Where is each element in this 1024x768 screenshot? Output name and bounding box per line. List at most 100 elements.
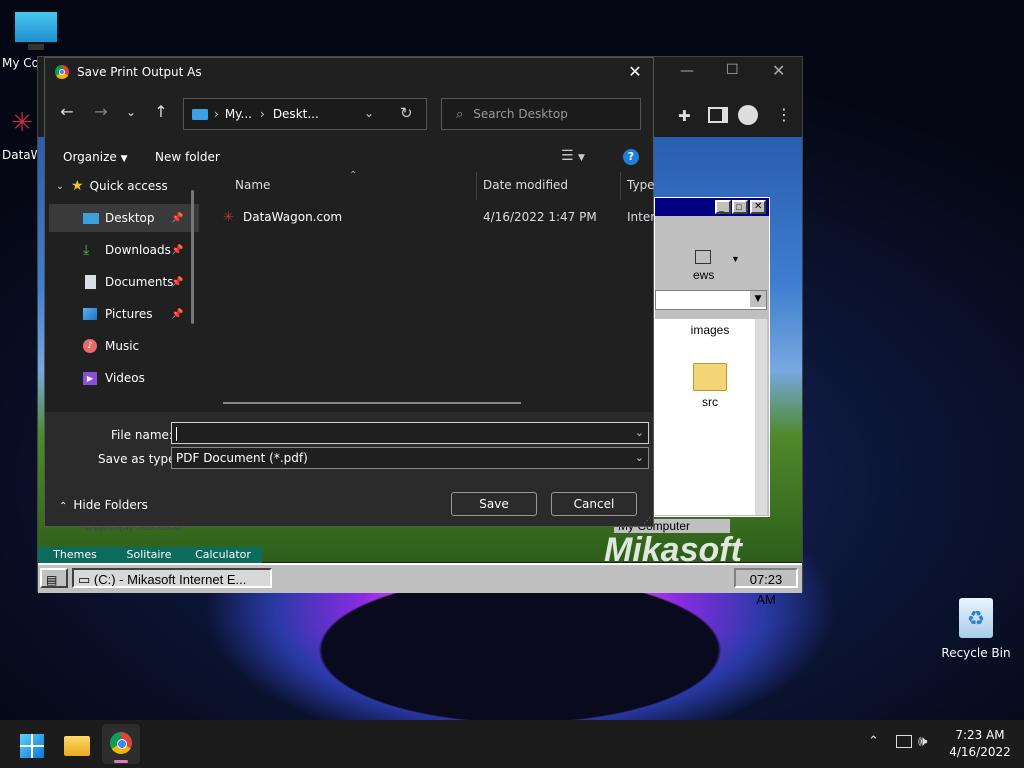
organize-button[interactable]: Organize ▼ <box>63 150 128 164</box>
nav-downloads[interactable]: ⤓ Downloads 📌 <box>49 236 199 264</box>
close-icon[interactable]: ✕ <box>625 62 645 82</box>
back-arrow-icon[interactable]: ← <box>55 100 79 124</box>
star-icon: ★ <box>71 178 84 194</box>
start-button[interactable] <box>16 728 48 760</box>
recycle-bin-icon: ♻ <box>959 598 993 638</box>
folder-images[interactable]: images <box>675 323 745 337</box>
quick-launch-calculator[interactable]: Calculator <box>186 547 260 563</box>
cancel-button[interactable]: Cancel <box>551 492 637 516</box>
sort-arrow-icon: ⌃ <box>349 170 358 181</box>
navigation-pane: ⌄ ★ Quick access Desktop 📌 ⤓ Downloads 📌… <box>45 172 203 412</box>
breadcrumb-my-computer[interactable]: My... <box>225 107 252 121</box>
maximize-icon[interactable]: ☐ <box>726 62 739 78</box>
document-icon <box>85 275 96 289</box>
file-name-input[interactable]: ⌄ <box>171 422 649 444</box>
views-toolbar[interactable]: ews ▼ <box>655 244 755 284</box>
old-start-button[interactable]: ▤ <box>40 568 68 588</box>
folder-icon <box>693 363 727 391</box>
old-minimize-button[interactable]: _ <box>715 200 731 214</box>
column-header-type[interactable]: Type <box>627 178 655 192</box>
folder-label: images <box>690 323 730 337</box>
address-bar[interactable]: › My... › Deskt... ⌄ ↻ <box>183 98 427 130</box>
breadcrumb-separator-icon: › <box>260 107 265 121</box>
save-button[interactable]: Save <box>451 492 537 516</box>
file-type: Intern <box>627 210 655 224</box>
address-dropdown-icon[interactable]: ⌄ <box>364 106 374 120</box>
folder-label: src <box>702 395 718 409</box>
breadcrumb-separator-icon: › <box>214 107 219 121</box>
old-explorer-window[interactable]: _ □ ✕ ews ▼ ▼ images src <box>654 197 770 517</box>
chevron-down-icon[interactable]: ⌄ <box>635 423 644 443</box>
old-maximize-button[interactable]: □ <box>732 200 748 214</box>
nav-scrollbar[interactable] <box>191 190 194 324</box>
nav-label: Pictures <box>105 307 153 321</box>
menu-dots-icon[interactable]: ⋮ <box>776 105 792 124</box>
clock[interactable]: 7:23 AM 4/16/2022 <box>944 727 1016 761</box>
vertical-scrollbar[interactable] <box>755 319 767 515</box>
search-placeholder: Search Desktop <box>473 107 568 121</box>
nav-documents[interactable]: Documents 📌 <box>49 268 199 296</box>
navigation-bar: ← → ⌄ ↑ › My... › Deskt... ⌄ ↻ ⌕ Search … <box>45 94 655 134</box>
nav-pictures[interactable]: Pictures 📌 <box>49 300 199 328</box>
file-row[interactable]: ✳ DataWagon.com 4/16/2022 1:47 PM Intern <box>221 208 655 230</box>
nav-quick-access[interactable]: ⌄ ★ Quick access <box>49 172 199 200</box>
up-arrow-icon[interactable]: ↑ <box>149 100 173 124</box>
pin-icon[interactable]: 📌 <box>171 309 183 320</box>
folder-icon <box>64 736 90 756</box>
show-hidden-icons-icon[interactable]: ⌃ <box>868 734 879 749</box>
chevron-down-icon[interactable]: ⌄ <box>635 448 644 468</box>
search-box[interactable]: ⌕ Search Desktop <box>441 98 641 130</box>
file-list-pane: images src <box>655 319 755 515</box>
volume-icon[interactable]: 🕪 <box>918 732 927 750</box>
extensions-icon[interactable]: ✚ <box>678 107 691 125</box>
view-options-icon[interactable]: ☰ ▼ <box>561 148 585 164</box>
address-dropdown-icon[interactable]: ▼ <box>750 291 766 307</box>
quick-launch-bar: Themes Solitaire Calculator <box>38 547 262 563</box>
taskbar: ⌃ 🕪 7:23 AM 4/16/2022 <box>0 720 1024 768</box>
chevron-up-icon: ⌃ <box>59 501 68 512</box>
forward-arrow-icon[interactable]: → <box>89 100 113 124</box>
chrome-icon <box>55 65 69 79</box>
column-header-date[interactable]: Date modified <box>483 178 568 192</box>
column-header-name[interactable]: Name <box>235 178 270 192</box>
save-type-select[interactable]: PDF Document (*.pdf) ⌄ <box>171 447 649 469</box>
nav-desktop[interactable]: Desktop 📌 <box>49 204 199 232</box>
desktop-location-icon <box>192 108 208 120</box>
new-folder-button[interactable]: New folder <box>155 150 220 164</box>
picture-icon <box>83 308 97 320</box>
minimize-icon[interactable]: — <box>680 63 694 79</box>
folder-src[interactable]: src <box>675 363 745 409</box>
pin-icon[interactable]: 📌 <box>171 277 183 288</box>
resize-grip-icon[interactable]: ⋰ <box>643 516 651 525</box>
nav-music[interactable]: ♪ Music <box>49 332 199 360</box>
nav-label: Quick access <box>89 179 168 193</box>
close-icon[interactable]: ✕ <box>772 61 785 80</box>
pin-icon[interactable]: 📌 <box>171 213 183 224</box>
chevron-down-icon[interactable]: ⌄ <box>119 100 143 124</box>
breadcrumb-desktop[interactable]: Deskt... <box>273 107 319 121</box>
chrome-icon-center <box>117 739 127 749</box>
file-name-label: File name: <box>111 428 173 442</box>
quick-launch-solitaire[interactable]: Solitaire <box>112 547 186 563</box>
old-taskbar-task[interactable]: ▭ (C:) - Mikasoft Internet E... <box>72 568 272 588</box>
nav-label: Music <box>105 339 140 353</box>
address-field[interactable]: ▼ <box>655 290 767 310</box>
desktop-icon-recycle-bin[interactable]: ♻ Recycle Bin <box>938 598 1014 660</box>
file-explorer-button[interactable] <box>60 728 92 760</box>
horizontal-scrollbar[interactable] <box>223 402 521 404</box>
nav-videos[interactable]: ▶ Videos <box>49 364 199 392</box>
refresh-icon[interactable]: ↻ <box>400 104 413 122</box>
old-close-button[interactable]: ✕ <box>750 200 766 214</box>
pin-icon[interactable]: 📌 <box>171 245 183 256</box>
quick-launch-themes[interactable]: Themes <box>38 547 112 563</box>
chrome-taskbar-button[interactable] <box>102 724 140 764</box>
organize-label: Organize <box>63 150 117 164</box>
help-icon[interactable]: ? <box>623 149 639 165</box>
hide-folders-button[interactable]: ⌃ Hide Folders <box>59 498 148 512</box>
network-icon[interactable] <box>896 735 912 748</box>
side-panel-icon[interactable] <box>708 107 728 123</box>
save-dialog[interactable]: Save Print Output As ✕ ← → ⌄ ↑ › My... ›… <box>44 57 655 527</box>
profile-icon[interactable] <box>738 105 758 125</box>
clock-date: 4/16/2022 <box>949 745 1011 759</box>
file-name: DataWagon.com <box>243 210 343 224</box>
